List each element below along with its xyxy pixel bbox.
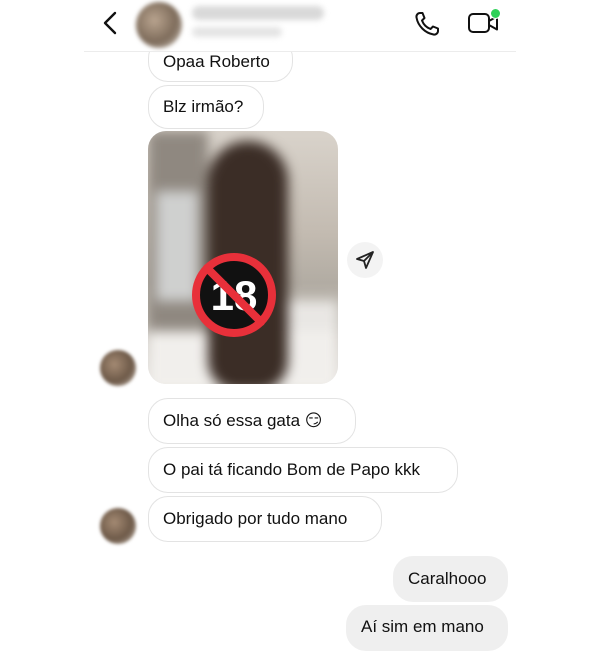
message-text: Blz irmão? (163, 97, 244, 116)
contact-avatar[interactable] (136, 2, 182, 48)
sender-avatar[interactable] (100, 508, 136, 544)
message-text: Caralhooo (408, 569, 487, 588)
phone-icon[interactable] (412, 9, 442, 39)
no-under-18-icon: 18 (192, 253, 276, 337)
message-text: Opaa Roberto (163, 52, 270, 71)
message-text: Olha só essa gata 😏 (163, 411, 323, 430)
message-outgoing[interactable]: Caralhooo (393, 556, 508, 602)
message-thread: Opaa Roberto Blz irmão? 18 Olha só essa … (0, 0, 600, 651)
share-photo-button[interactable] (347, 242, 383, 278)
message-incoming[interactable]: Obrigado por tudo mano (148, 496, 382, 542)
chevron-left-icon[interactable] (98, 10, 124, 36)
chat-header (0, 0, 600, 52)
message-incoming[interactable]: Blz irmão? (148, 85, 264, 129)
contact-status-blurred (192, 27, 282, 37)
message-text: Aí sim em mano (361, 617, 484, 636)
header-divider (84, 51, 516, 52)
send-icon (356, 251, 374, 269)
shared-photo[interactable]: 18 (148, 131, 338, 384)
message-incoming[interactable]: Olha só essa gata 😏 (148, 398, 356, 444)
message-text: Obrigado por tudo mano (163, 509, 348, 528)
online-status-dot (490, 8, 501, 19)
message-incoming[interactable]: O pai tá ficando Bom de Papo kkk (148, 447, 458, 493)
message-text: O pai tá ficando Bom de Papo kkk (163, 460, 421, 479)
sender-avatar[interactable] (100, 350, 136, 386)
contact-name-blurred[interactable] (192, 6, 324, 20)
message-outgoing[interactable]: Aí sim em mano (346, 605, 508, 651)
